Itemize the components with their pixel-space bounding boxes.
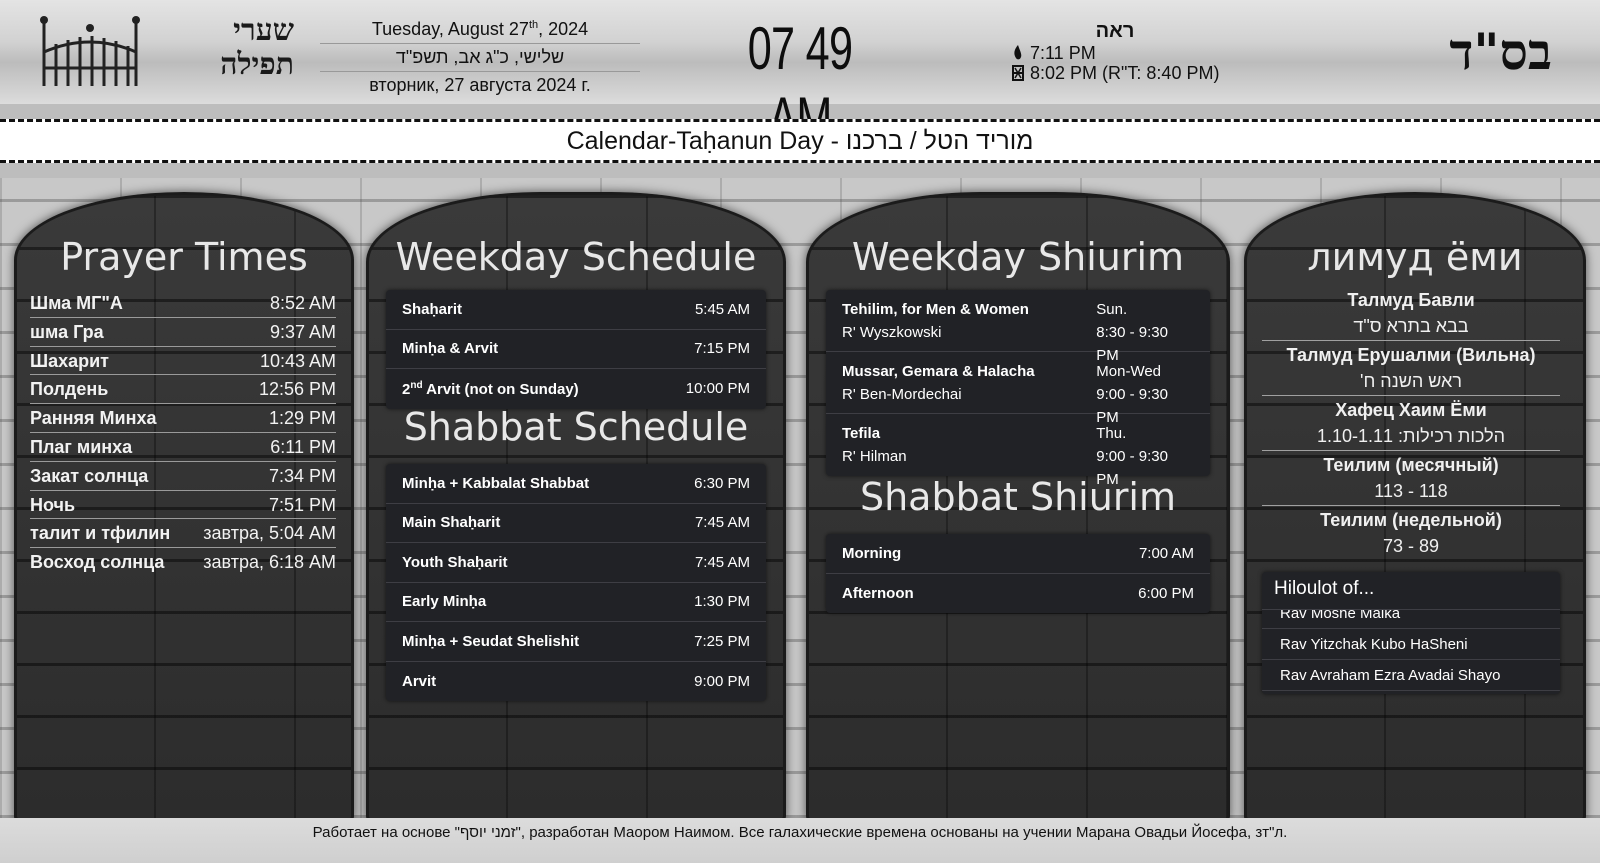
daf-yomi-item: Талмуд Ерушалми (Вильна) ראש השנה ח' — [1262, 341, 1560, 396]
prayer-time-row: Восход солнца завтра, 6:18 AM — [30, 552, 336, 573]
schedule-row: Main Shaḥarit 7:45 AM — [386, 504, 766, 543]
schedule-row: Minḥa + Seudat Shelishit 7:25 PM — [386, 622, 766, 662]
daf-yomi-item: Теилим (недельной) 73 - 89 — [1320, 510, 1502, 556]
shabbat-shiurim-table: Morning 7:00 AM Afternoon 6:00 PM — [826, 534, 1210, 613]
prayer-time-row: Ранняя Минха 1:29 PM — [30, 404, 336, 433]
hiloulot-title: Hiloulot of... — [1262, 572, 1560, 610]
footer-credits: Работает на основе "זמני יוסף", разработ… — [0, 818, 1600, 863]
shabbat-schedule-title: Shabbat Schedule — [403, 405, 749, 449]
date-block: Tuesday, August 27th, 2024 שלישי, כ"ג אב… — [320, 12, 640, 99]
candle-lighting-time: 7:11 PM — [1030, 43, 1096, 63]
logo-text-line2: תפילה — [220, 47, 294, 82]
prayer-time-row: Ночь 7:51 PM — [30, 491, 336, 520]
bsd-mark: בס"ד — [1449, 22, 1552, 81]
havdalah-time: 8:02 PM (R"T: 8:40 PM) — [1030, 63, 1220, 83]
calendar-banner: Calendar-Taḥanun Day - מוריד הטל / ברכנו — [0, 119, 1600, 163]
candle-lighting-row: 7:11 PM — [1010, 43, 1250, 63]
hiloulot-scroll-area: Rav Moshe Malka Rav Yitzchak Kubo HaShen… — [1262, 610, 1560, 694]
parasha-name: ראה — [1095, 20, 1135, 42]
prayer-time-row: Закат солнца 7:34 PM — [30, 462, 336, 491]
daf-yomi-panel: лимуд ёми Талмуд Бавли בבא בתרא ס"ד Талму… — [1244, 192, 1586, 822]
havdalah-row: 8:02 PM (R"T: 8:40 PM) — [1010, 63, 1250, 83]
hiloulot-item: Rav Yitzchak Kubo HaSheni — [1262, 629, 1560, 660]
shiur-row: Afternoon 6:00 PM — [842, 584, 1194, 602]
shiur-row: Tehilim, for Men & Women R' Wyszkowski Su… — [826, 290, 1210, 364]
weekday-schedule-table: Shaḥarit 5:45 AM Minḥa & Arvit 7:15 PM 2nd… — [386, 290, 766, 409]
shiur-row: Morning 7:00 AM — [826, 534, 1210, 574]
schedule-row: Minḥa & Arvit 7:15 PM — [386, 330, 766, 369]
daf-yomi-list: Талмуд Бавли בבא בתרא ס"ד Талмуд Ерушалми… — [1262, 286, 1560, 560]
header-bar: שערי תפילה Tuesday, August 27th, 2024 של… — [0, 0, 1600, 152]
prayer-times-panel: Prayer Times Шма МГ"А 8:52 AM шма Гра 9:37… — [14, 192, 354, 822]
weekday-shiurim-title: Weekday Shiurim — [851, 235, 1185, 279]
weekday-schedule-title: Weekday Schedule — [395, 235, 757, 279]
synagogue-logo: שערי תפילה — [40, 12, 294, 90]
havdalah-spice-tower-icon — [1012, 65, 1024, 81]
prayer-times-list: Шма МГ"А 8:52 AM шма Гра 9:37 AM Шахарит 10… — [30, 289, 336, 577]
hiloulot-box: Hiloulot of... Rav Moshe Malka Rav Yitzc… — [1262, 572, 1560, 694]
shabbat-shiurim-title: Shabbat Shiurim — [859, 475, 1177, 519]
parasha-block: ראה 7:11 PM 8:02 PM (R"T: 8:40 PM) — [1010, 20, 1250, 83]
daf-yomi-item: Хафец Хаим Ёми הלכות רכילות: 1.10-1.11 — [1262, 396, 1560, 451]
daf-yomi-item: Теилим (месячный) 113 - 118 — [1262, 451, 1560, 506]
daf-yomi-title: лимуд ёми — [1307, 235, 1523, 279]
prayer-time-row: шма Гра 9:37 AM — [30, 318, 336, 347]
daf-yomi-item: Талмуд Бавли בבא בתרא ס"ד — [1262, 286, 1560, 341]
schedule-row: Youth Shaḥarit 7:45 AM — [386, 543, 766, 583]
schedule-row: Shaḥarit 5:45 AM — [386, 290, 766, 330]
prayer-time-row: Плаг минха 6:11 PM — [30, 433, 336, 462]
logo-text: שערי תפילה — [144, 14, 294, 82]
logo-text-line1: שערי — [233, 13, 294, 48]
schedule-row: Early Minḥa 1:30 PM — [386, 583, 766, 622]
hebrew-date: שלישי, כ"ג אב, תשפ"ד — [320, 43, 640, 72]
schedule-row: 2nd Arvit (not on Sunday) 10:00 PM — [402, 379, 750, 398]
prayer-time-row: Полдень 12:56 PM — [30, 375, 336, 405]
schedule-row: Arvit 9:00 PM — [402, 672, 750, 690]
russian-date: вторник, 27 августа 2024 г. — [369, 75, 591, 95]
gregorian-date: Tuesday, August 27th, 2024 — [371, 19, 589, 39]
weekday-shiurim-table: Tehilim, for Men & Women R' Wyszkowski Su… — [826, 290, 1210, 488]
candle-flame-icon — [1014, 45, 1022, 60]
hiloulot-item: Rav Avraham Ezra Avadai Shayo — [1262, 660, 1560, 691]
prayer-time-row: талит и тфилин завтра, 5:04 AM — [30, 519, 336, 549]
prayer-times-title: Prayer Times — [60, 235, 308, 279]
gate-icon — [40, 16, 140, 86]
hiloulot-item: Rav Moshe Malka — [1262, 610, 1560, 629]
prayer-time-row: Шахарит 10:43 AM — [30, 347, 336, 376]
schedule-panel: Weekday Schedule Shaḥarit 5:45 AM Minḥa &… — [366, 192, 786, 822]
shiurim-panel: Weekday Shiurim Tehilim, for Men & Women… — [806, 192, 1230, 822]
schedule-row: Minḥa + Kabbalat Shabbat 6:30 PM — [386, 464, 766, 504]
prayer-time-row: Шма МГ"А 8:52 AM — [30, 289, 336, 318]
shabbat-schedule-table: Minḥa + Kabbalat Shabbat 6:30 PM Main Sha… — [386, 464, 766, 701]
shiur-row: Tefila R' Hilman Thu. 9:00 - 9:30 PM — [842, 425, 1168, 488]
shiur-row: Mussar, Gemara & Halacha R' Ben-Mordechai… — [826, 352, 1210, 426]
